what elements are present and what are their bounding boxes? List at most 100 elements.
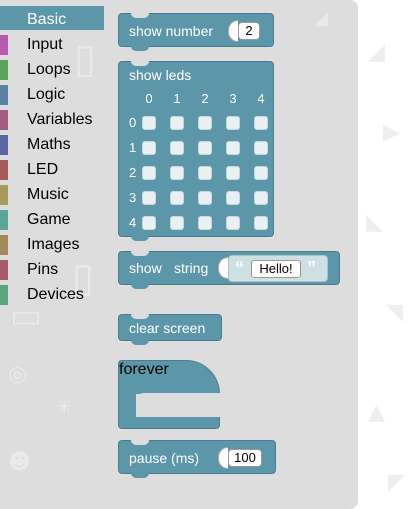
- category-label: Maths: [27, 136, 71, 153]
- category-label: Music: [27, 186, 69, 203]
- led-cell[interactable]: [226, 216, 240, 230]
- category-color-swatch: [0, 60, 8, 80]
- workspace-pattern-icon: ◤: [388, 470, 405, 495]
- category-devices[interactable]: Devices: [0, 281, 104, 305]
- category-label: Variables: [27, 111, 93, 128]
- forever-statement-slot: [136, 393, 220, 417]
- block-notch: [131, 61, 149, 66]
- string-label: string: [174, 260, 209, 276]
- show-leds-label: show leds: [129, 67, 192, 83]
- category-color-swatch: [0, 285, 8, 305]
- category-images[interactable]: Images: [0, 231, 104, 255]
- led-cell[interactable]: [170, 216, 184, 230]
- block-notch: [131, 251, 149, 256]
- string-field[interactable]: Hello!: [251, 260, 301, 278]
- show-number-label: show number: [129, 23, 214, 39]
- led-cell[interactable]: [198, 166, 212, 180]
- forever-block-top[interactable]: forever: [118, 360, 220, 394]
- category-label: Pins: [27, 261, 59, 278]
- forever-block-side: [118, 393, 136, 418]
- led-cell[interactable]: [170, 116, 184, 130]
- block-bump: [131, 473, 149, 478]
- category-variables[interactable]: Variables: [0, 106, 104, 130]
- category-color-swatch: [0, 185, 8, 205]
- category-label: Game: [27, 211, 71, 228]
- face-decoration-icon: ☻: [8, 450, 31, 475]
- led-cell[interactable]: [254, 116, 268, 130]
- led-cell[interactable]: [142, 141, 156, 155]
- category-label: Basic: [27, 11, 67, 28]
- category-led[interactable]: LED: [0, 156, 104, 180]
- led-cell[interactable]: [170, 166, 184, 180]
- block-bump: [131, 340, 149, 345]
- pattern-decoration-icon: ◢: [314, 8, 328, 29]
- led-cell[interactable]: [226, 166, 240, 180]
- category-color-swatch: [0, 110, 8, 130]
- led-column-label: 0: [145, 91, 153, 106]
- workspace-canvas[interactable]: ◢ ▶ ◣ ◥ ▲ ◤: [358, 0, 412, 509]
- show-leds-block[interactable]: show leds 0 1 2 3 4 0 1 2 3 4: [118, 61, 274, 241]
- show-label: show: [129, 260, 162, 276]
- number-field[interactable]: 2: [238, 22, 260, 40]
- led-cell[interactable]: [170, 191, 184, 205]
- number-field[interactable]: 100: [228, 449, 262, 467]
- led-cell[interactable]: [170, 141, 184, 155]
- category-loops[interactable]: Loops: [0, 56, 104, 80]
- workspace-pattern-icon: ◢: [368, 40, 385, 65]
- led-cell[interactable]: [198, 216, 212, 230]
- led-cell[interactable]: [226, 191, 240, 205]
- category-input[interactable]: Input: [0, 31, 104, 55]
- category-color-swatch: [0, 35, 8, 55]
- value-socket: [228, 20, 238, 42]
- block-notch: [131, 440, 149, 445]
- category-label: Input: [27, 36, 63, 53]
- sparkle-decoration-icon: ✳: [56, 394, 73, 418]
- led-cell[interactable]: [226, 116, 240, 130]
- clear-screen-block[interactable]: clear screen: [118, 314, 222, 345]
- led-row-label: 0: [129, 115, 137, 130]
- category-music[interactable]: Music: [0, 181, 104, 205]
- led-cell[interactable]: [142, 216, 156, 230]
- workspace-pattern-icon: ▲: [368, 400, 385, 425]
- category-logic[interactable]: Logic: [0, 81, 104, 105]
- category-color-swatch: [0, 85, 8, 105]
- pause-label: pause (ms): [129, 450, 200, 466]
- led-cell[interactable]: [198, 141, 212, 155]
- block-bump: [131, 46, 149, 51]
- category-label: Devices: [27, 286, 84, 303]
- show-number-block[interactable]: show number 2: [118, 13, 274, 51]
- block-notch: [131, 314, 149, 319]
- category-game[interactable]: Game: [0, 206, 104, 230]
- led-cell[interactable]: [198, 116, 212, 130]
- led-cell[interactable]: [142, 191, 156, 205]
- led-cell[interactable]: [226, 141, 240, 155]
- block-bump: [131, 236, 149, 241]
- led-row-label: 1: [129, 140, 137, 155]
- workspace-pattern-icon: ◣: [366, 210, 383, 235]
- category-color-swatch: [0, 160, 8, 180]
- pause-block[interactable]: pause (ms) 100: [118, 440, 276, 478]
- workspace-pattern-icon: ▶: [383, 120, 400, 145]
- clear-screen-label: clear screen: [129, 320, 206, 336]
- forever-block-bottom: [118, 417, 220, 429]
- led-cell[interactable]: [254, 166, 268, 180]
- open-quote-icon: “: [235, 258, 244, 278]
- circle-decoration-icon: ◎: [8, 362, 28, 387]
- text-block[interactable]: “ Hello! ”: [228, 255, 328, 282]
- led-cell[interactable]: [254, 216, 268, 230]
- category-color-swatch: [0, 135, 8, 155]
- category-color-swatch: [0, 260, 8, 280]
- led-column-label: 1: [173, 91, 181, 106]
- block-notch: [131, 13, 149, 18]
- category-basic[interactable]: Basic: [0, 6, 104, 30]
- led-cell[interactable]: [142, 116, 156, 130]
- led-column-label: 2: [201, 91, 209, 106]
- category-pins[interactable]: Pins: [0, 256, 104, 280]
- led-cell[interactable]: [254, 191, 268, 205]
- show-string-block[interactable]: show string “ Hello! ”: [118, 251, 340, 289]
- category-maths[interactable]: Maths: [0, 131, 104, 155]
- led-row-label: 4: [129, 215, 137, 230]
- led-cell[interactable]: [142, 166, 156, 180]
- led-cell[interactable]: [198, 191, 212, 205]
- led-cell[interactable]: [254, 141, 268, 155]
